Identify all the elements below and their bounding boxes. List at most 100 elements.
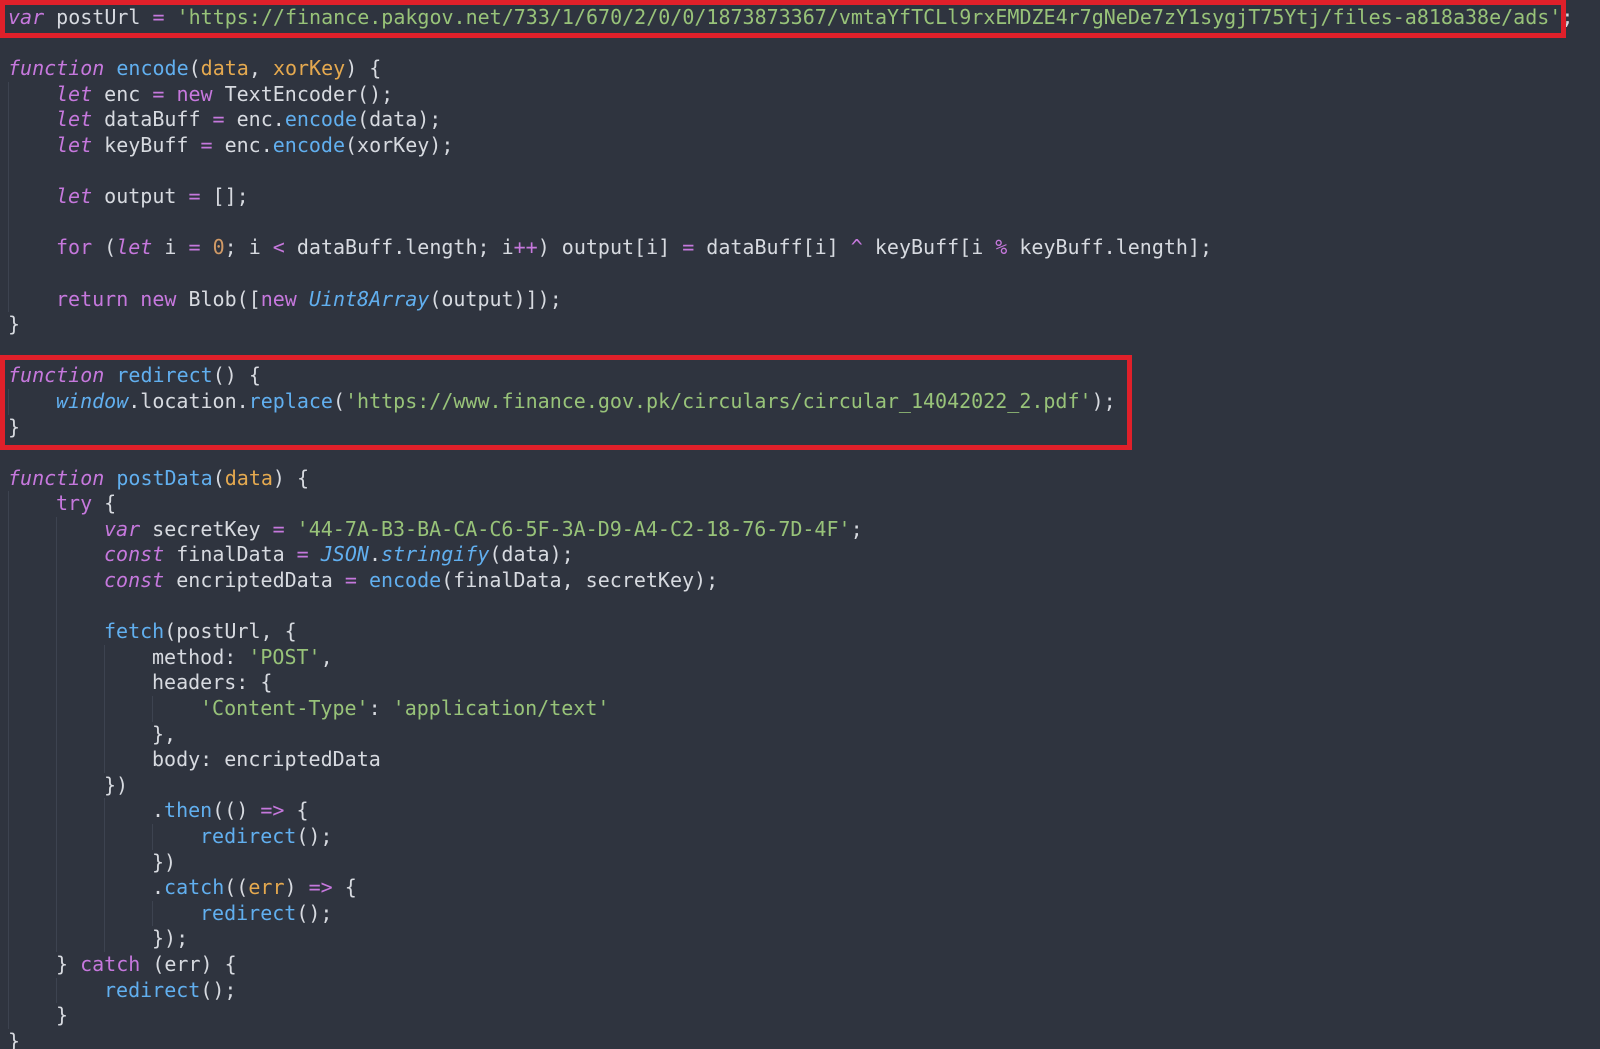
code-token: } bbox=[56, 951, 81, 976]
code-line: var postUrl = 'https://finance.pakgov.ne… bbox=[8, 5, 1573, 31]
code-token: keyBuff bbox=[92, 132, 201, 157]
code-token: . bbox=[152, 875, 165, 900]
code-token: ) output[i] bbox=[537, 235, 683, 260]
code-token: encriptedData bbox=[164, 568, 345, 593]
indent-guide bbox=[56, 747, 104, 773]
indent-guide bbox=[8, 722, 56, 748]
indent-guide bbox=[8, 517, 56, 543]
indent-guide bbox=[56, 901, 104, 927]
indent-guide bbox=[56, 696, 104, 722]
indent-guide bbox=[104, 824, 152, 850]
code-line: let output = []; bbox=[8, 184, 1573, 210]
indent-guide bbox=[104, 645, 152, 671]
indent-guide bbox=[56, 594, 104, 620]
code-token: = bbox=[188, 184, 201, 209]
code-token: { bbox=[284, 798, 309, 823]
indent-guide bbox=[104, 798, 152, 824]
indent-guide bbox=[56, 875, 104, 901]
code-token: . bbox=[368, 542, 381, 567]
code-line: body: encriptedData bbox=[8, 747, 1573, 773]
code-token: let bbox=[116, 235, 153, 260]
indent-guide bbox=[8, 798, 56, 824]
indent-guide bbox=[8, 645, 56, 671]
indent-guide bbox=[104, 901, 152, 927]
indent-guide bbox=[8, 235, 56, 261]
code-token: postUrl bbox=[44, 5, 153, 29]
indent-guide bbox=[8, 875, 56, 901]
code-token: { bbox=[332, 875, 357, 900]
indent-guide bbox=[104, 875, 152, 901]
code-token: (finalData, secretKey); bbox=[441, 568, 719, 593]
code-token: (); bbox=[296, 824, 333, 848]
code-token: = bbox=[152, 81, 165, 106]
indent-guide bbox=[104, 850, 152, 876]
code-token: Blob([ bbox=[176, 286, 261, 311]
code-token: ; i bbox=[224, 235, 273, 260]
code-token: TextEncoder(); bbox=[212, 81, 394, 106]
code-token: < bbox=[272, 235, 285, 260]
code-token: ; bbox=[850, 516, 863, 541]
code-token: ( bbox=[212, 465, 225, 490]
code-token: redirect bbox=[116, 363, 213, 388]
code-token: : bbox=[368, 696, 393, 721]
code-token: body: encriptedData bbox=[152, 747, 381, 772]
code-token: err bbox=[248, 875, 285, 900]
code-line: let keyBuff = enc.encode(xorKey); bbox=[8, 133, 1573, 159]
code-token: let bbox=[56, 107, 93, 132]
indent-guide bbox=[8, 773, 56, 799]
indent-guide bbox=[8, 287, 56, 313]
code-line: } bbox=[8, 1029, 1573, 1049]
indent-guide bbox=[104, 722, 152, 748]
code-token: method: bbox=[152, 644, 249, 669]
code-token: new bbox=[260, 286, 297, 311]
code-token: const bbox=[104, 568, 165, 593]
indent-guide bbox=[8, 389, 56, 415]
code-line: function redirect() { bbox=[8, 363, 1573, 389]
code-line: method: 'POST', bbox=[8, 645, 1573, 671]
code-token: enc. bbox=[212, 132, 273, 157]
code-token: var bbox=[8, 5, 45, 29]
code-token: = bbox=[188, 235, 201, 260]
indent-guide bbox=[8, 747, 56, 773]
code-line bbox=[8, 159, 1573, 185]
indent-guide bbox=[56, 568, 104, 594]
code-token: dataBuff.length; i bbox=[284, 235, 514, 260]
code-token: (data); bbox=[357, 107, 442, 132]
code-token: } bbox=[8, 312, 21, 337]
code-token: => bbox=[308, 875, 333, 900]
code-token: 'Content-Type' bbox=[200, 696, 369, 721]
indent-guide bbox=[56, 824, 104, 850]
indent-guide bbox=[56, 978, 104, 1004]
code-token: ) bbox=[284, 875, 309, 900]
indent-guide bbox=[8, 82, 56, 108]
code-token: = bbox=[344, 568, 357, 593]
code-token: 0 bbox=[212, 235, 225, 260]
code-token: let bbox=[56, 132, 93, 157]
code-token: (); bbox=[200, 977, 237, 1002]
code-line: let enc = new TextEncoder(); bbox=[8, 82, 1573, 108]
code-token: redirect bbox=[200, 824, 297, 848]
code-token: (postUrl, { bbox=[164, 619, 297, 644]
indent-guide bbox=[8, 850, 56, 876]
code-token: finalData bbox=[164, 542, 297, 567]
code-token: }); bbox=[152, 926, 189, 951]
code-token: xorKey bbox=[272, 56, 346, 81]
code-token: (xorKey); bbox=[345, 132, 454, 157]
code-line bbox=[8, 594, 1573, 620]
code-line: } bbox=[8, 415, 1573, 441]
code-line: try { bbox=[8, 491, 1573, 517]
code-token: headers: { bbox=[152, 670, 273, 695]
code-line: redirect(); bbox=[8, 824, 1573, 850]
indent-guide bbox=[8, 568, 56, 594]
code-line: const encriptedData = encode(finalData, … bbox=[8, 568, 1573, 594]
indent-guide bbox=[8, 901, 56, 927]
code-token: = bbox=[152, 5, 165, 29]
code-line: } bbox=[8, 312, 1573, 338]
code-token: .location. bbox=[128, 388, 249, 413]
code-token: postData bbox=[116, 465, 213, 490]
code-token: 'POST' bbox=[248, 644, 321, 669]
